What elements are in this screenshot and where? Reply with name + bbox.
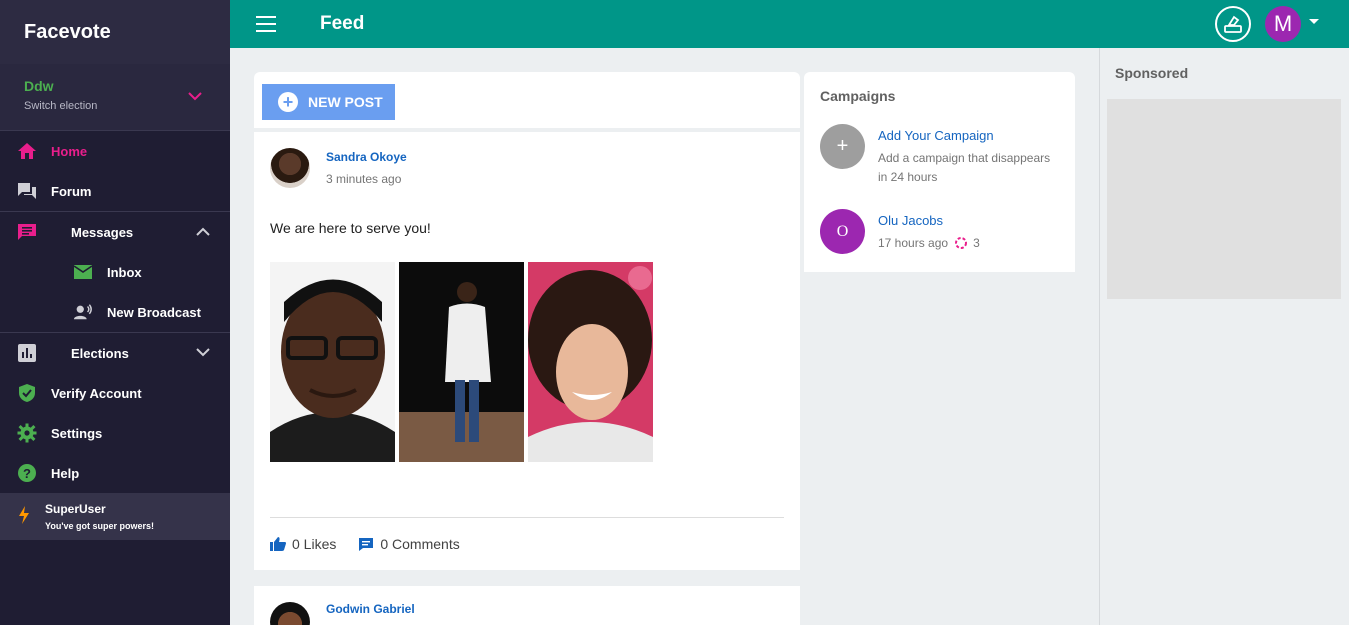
message-icon	[17, 222, 37, 242]
sidebar-item-verify-account[interactable]: Verify Account	[0, 373, 230, 413]
plus-icon: +	[278, 92, 298, 112]
comment-button[interactable]: 0 Comments	[358, 536, 460, 552]
superuser-subtitle: You've got super powers!	[45, 521, 154, 531]
user-avatar[interactable]: M	[1265, 6, 1301, 42]
sidebar-item-messages[interactable]: Messages	[0, 212, 230, 252]
sidebar-item-label: Settings	[51, 425, 103, 441]
chevron-up-icon[interactable]	[196, 224, 210, 239]
sidebar-item-label: New Broadcast	[107, 304, 201, 320]
plus-icon[interactable]: +	[820, 124, 865, 169]
superuser-title: SuperUser	[45, 502, 106, 516]
campaigns-panel: Campaigns + Add Your Campaign Add a camp…	[804, 72, 1075, 272]
post-photo[interactable]	[528, 262, 653, 462]
likes-count: 0 Likes	[292, 536, 337, 552]
post-header: Godwin Gabriel	[270, 602, 784, 625]
feed-column: + NEW POST Sandra Okoye 3 minutes ago We…	[254, 72, 800, 625]
sidebar-item-label: Inbox	[107, 264, 142, 280]
post-photos	[270, 262, 784, 462]
sidebar-item-home[interactable]: Home	[0, 131, 230, 171]
home-icon	[17, 141, 37, 161]
campaign-count: 3	[973, 236, 980, 250]
sidebar-item-label: Forum	[51, 183, 92, 199]
post-card: Godwin Gabriel	[254, 586, 800, 625]
svg-text:?: ?	[23, 466, 31, 481]
add-campaign-item[interactable]: + Add Your Campaign Add a campaign that …	[820, 124, 1059, 187]
campaign-avatar[interactable]: O	[820, 209, 865, 254]
like-button[interactable]: 0 Likes	[270, 536, 336, 552]
top-app-bar: Feed M	[230, 0, 1349, 48]
sidebar-item-settings[interactable]: Settings	[0, 413, 230, 453]
new-post-label: NEW POST	[308, 94, 383, 110]
forum-icon	[17, 181, 37, 201]
election-name: Ddw	[24, 78, 54, 94]
avatar[interactable]	[270, 148, 310, 188]
campaign-meta: 17 hours ago 3	[878, 236, 980, 250]
sidebar-item-new-broadcast[interactable]: New Broadcast	[0, 292, 230, 332]
switch-election-label: Switch election	[24, 100, 98, 112]
sidebar-item-help[interactable]: ? Help	[0, 453, 230, 493]
page-title: Feed	[320, 13, 365, 34]
post-photo[interactable]	[399, 262, 524, 462]
sidebar-item-label: Elections	[71, 345, 129, 361]
shield-check-icon	[17, 383, 37, 403]
add-campaign-link[interactable]: Add Your Campaign	[878, 128, 1059, 143]
broadcast-icon	[73, 302, 93, 322]
caret-down-icon[interactable]	[1309, 19, 1319, 24]
sidebar-item-label: Messages	[71, 224, 134, 240]
post-card: Sandra Okoye 3 minutes ago We are here t…	[254, 132, 800, 570]
chevron-down-icon[interactable]	[188, 88, 202, 106]
post-photo[interactable]	[270, 262, 395, 462]
superuser-banner[interactable]: SuperUser You've got super powers!	[0, 493, 230, 540]
post-timestamp: 3 minutes ago	[326, 172, 402, 186]
post-footer: 0 Likes 0 Comments	[270, 517, 784, 570]
sidebar-item-inbox[interactable]: Inbox	[0, 252, 230, 292]
gear-icon	[17, 423, 37, 443]
post-header: Sandra Okoye 3 minutes ago	[270, 148, 784, 188]
post-author[interactable]: Sandra Okoye	[326, 150, 407, 164]
new-post-button[interactable]: + NEW POST	[262, 84, 395, 120]
sponsored-title: Sponsored	[1115, 65, 1189, 81]
sponsored-panel: Sponsored	[1099, 48, 1349, 625]
sidebar-item-forum[interactable]: Forum	[0, 171, 230, 211]
election-switcher[interactable]: Ddw Switch election	[0, 64, 230, 131]
campaign-name[interactable]: Olu Jacobs	[878, 213, 980, 228]
brand-logo[interactable]: Facevote	[0, 0, 230, 64]
add-campaign-desc: Add a campaign that disappears in 24 hou…	[878, 151, 1051, 184]
campaigns-title: Campaigns	[820, 88, 896, 104]
comments-count: 0 Comments	[380, 536, 460, 552]
comment-icon	[359, 538, 374, 551]
avatar[interactable]	[270, 602, 310, 625]
campaign-item[interactable]: O Olu Jacobs 17 hours ago 3	[820, 209, 1059, 254]
chevron-down-icon[interactable]	[196, 345, 210, 360]
lightning-icon	[17, 505, 31, 530]
sidebar-item-label: Help	[51, 465, 80, 481]
post-text: We are here to serve you!	[270, 220, 431, 236]
campaign-time: 17 hours ago	[878, 236, 949, 250]
bar-chart-icon	[17, 343, 37, 363]
new-post-card: + NEW POST	[254, 72, 800, 128]
ballot-box-icon[interactable]	[1215, 6, 1251, 42]
help-icon: ?	[17, 463, 37, 483]
sidebar: Facevote Ddw Switch election Home Forum …	[0, 0, 230, 625]
loading-ring-icon	[955, 237, 968, 249]
sidebar-item-label: Home	[51, 143, 88, 159]
menu-icon[interactable]	[256, 16, 276, 32]
mail-icon	[73, 262, 93, 282]
thumbs-up-icon	[270, 537, 286, 551]
sidebar-item-elections[interactable]: Elections	[0, 333, 230, 373]
post-author[interactable]: Godwin Gabriel	[326, 602, 415, 616]
ad-placeholder[interactable]	[1107, 99, 1341, 299]
sidebar-item-label: Verify Account	[51, 385, 142, 401]
